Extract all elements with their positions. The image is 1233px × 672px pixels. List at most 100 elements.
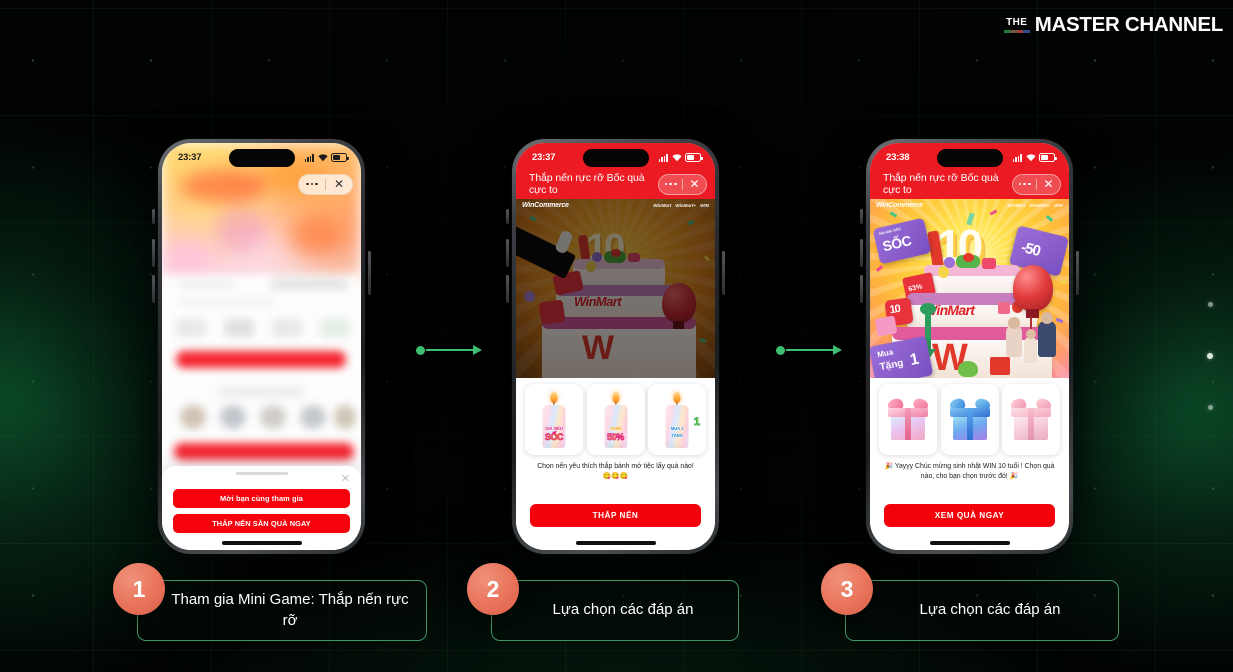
- logo-the-block: THE: [1003, 17, 1030, 33]
- volume-up-button[interactable]: [860, 239, 863, 267]
- home-indicator: [929, 541, 1010, 545]
- close-icon[interactable]: ✕: [1037, 175, 1060, 194]
- connector-line: [426, 349, 473, 351]
- connector-1-to-2: [416, 344, 482, 356]
- hero-dim-overlay: [516, 199, 715, 378]
- home-indicator: [221, 541, 302, 545]
- wifi-icon: [1025, 153, 1036, 162]
- wincommerce-logo-text: WinCommerce: [522, 202, 569, 209]
- gift-card-1[interactable]: [879, 384, 937, 455]
- gift-card-row: [879, 384, 1060, 455]
- signal-icon: [304, 153, 314, 162]
- logo-name-text: MASTER CHANNEL: [1034, 13, 1224, 36]
- phone-3-brand-strip: WinCommerce WinMart WinMart+ WIN: [870, 199, 1069, 212]
- light-candle-button[interactable]: THẮP NẾN: [530, 504, 701, 527]
- volume-up-button[interactable]: [506, 239, 509, 267]
- arrow-head-icon: [833, 345, 842, 355]
- phone-mockup-3: 10 Giá siêu SỐC SỐC -50 63% WinMart 10 W…: [860, 139, 1079, 554]
- volume-down-button[interactable]: [506, 275, 509, 303]
- power-button[interactable]: [722, 251, 725, 295]
- gift-card-2[interactable]: [940, 384, 999, 455]
- close-icon[interactable]: ✕: [683, 175, 706, 194]
- phone-2-brand-strip: WinCommerce WinMart WinMart+ WIN: [516, 199, 715, 212]
- phone-2-caption: Chọn nến yêu thích thắp bánh mở tiệc lấy…: [526, 462, 705, 482]
- app-title: Thắp nến rực rỡ Bốc quà cực to: [529, 172, 645, 196]
- candle-card-gia-sieu-soc[interactable]: GIÁ SIÊU SỐC: [525, 384, 583, 455]
- power-button[interactable]: [1076, 251, 1079, 295]
- candle-icon: MUA 1 TẶNG 1: [657, 391, 700, 448]
- view-gift-now-button[interactable]: XEM QUÀ NGAY: [884, 504, 1055, 527]
- wifi-icon: [671, 153, 682, 162]
- candle-card-row: GIÁ SIÊU SỐC GIẢM 50% MUA 1 TẶNG 1: [525, 384, 706, 455]
- step-1-caption: Tham gia Mini Game: Thắp nến rực rỡ: [137, 580, 427, 641]
- phone-1-screen: 23:37 ✕ ✕ Mời bạn cùng tham gia THẮP NẾN…: [162, 143, 361, 550]
- status-icons: [304, 153, 349, 162]
- candle-label: MUA 1 TẶNG: [670, 425, 684, 438]
- phone-3-app-header: Thắp nến rực rỡ Bốc quà cực to ✕: [870, 169, 1069, 199]
- phone-1-nav-capsule: ✕: [298, 173, 353, 195]
- more-options-icon[interactable]: [659, 175, 682, 194]
- candle-icon: GIẢM 50%: [596, 391, 636, 448]
- mute-switch[interactable]: [152, 209, 155, 224]
- status-time: 23:37: [178, 152, 202, 163]
- phone-3-caption: 🎉 Yayyy Chúc mừng sinh nhật WIN 10 tuổi …: [884, 463, 1055, 480]
- decor-dot-2: [1207, 353, 1213, 359]
- app-title: Thắp nến rực rỡ Bốc quà cực to: [883, 172, 999, 196]
- light-candle-hunt-gift-button[interactable]: THẮP NẾN SĂN QUÀ NGAY: [173, 514, 350, 533]
- step-2-caption: Lựa chọn các đáp án: [491, 580, 739, 641]
- signal-icon: [658, 153, 668, 162]
- caption-emoji: 😋😋😋: [602, 473, 629, 480]
- more-options-icon[interactable]: [1013, 175, 1036, 194]
- signal-icon: [1012, 153, 1022, 162]
- invite-friends-button[interactable]: Mời bạn cùng tham gia: [173, 489, 350, 508]
- logo-color-bar: [1003, 29, 1030, 33]
- decor-dot-1: [1208, 302, 1213, 307]
- power-button[interactable]: [368, 251, 371, 295]
- arrow-head-icon: [473, 345, 482, 355]
- phone-1-app-header: ✕: [162, 169, 361, 199]
- decor-dot-3: [1208, 405, 1213, 410]
- sub-brand-logos: WinMart WinMart+ WIN: [653, 203, 709, 208]
- volume-up-button[interactable]: [152, 239, 155, 267]
- candle-icon: GIÁ SIÊU SỐC: [534, 391, 574, 448]
- connector-dot: [416, 345, 425, 355]
- status-time: 23:37: [532, 152, 556, 163]
- phone-1-bottom-sheet: ✕ Mời bạn cùng tham gia THẮP NẾN SĂN QUÀ…: [162, 466, 361, 550]
- mute-switch[interactable]: [860, 209, 863, 224]
- phone-mockup-2: 10 WinMart W: [506, 139, 725, 554]
- wifi-icon: [317, 153, 328, 162]
- phone-3-nav-capsule: ✕: [1012, 173, 1061, 195]
- status-time: 23:38: [886, 152, 910, 163]
- gift-box-icon: [1009, 396, 1053, 442]
- mute-switch[interactable]: [506, 209, 509, 224]
- phone-2-hero-banner: 10 WinMart W: [516, 199, 715, 378]
- step-2-number-badge: 2: [467, 563, 519, 615]
- candle-card-giam-50[interactable]: GIẢM 50%: [586, 384, 645, 455]
- home-indicator: [575, 541, 656, 545]
- connector-2-to-3: [776, 344, 842, 356]
- battery-icon: [331, 153, 349, 162]
- battery-icon: [685, 153, 703, 162]
- more-options-icon[interactable]: [299, 175, 325, 194]
- volume-down-button[interactable]: [152, 275, 155, 303]
- gift-box-icon: [948, 396, 992, 442]
- caption-text: Chọn nến yêu thích thắp bánh mở tiệc lấy…: [537, 463, 694, 470]
- dynamic-island: [582, 149, 649, 167]
- phone-2-lower-panel: GIÁ SIÊU SỐC GIẢM 50% MUA 1 TẶNG 1 Chọn …: [516, 378, 715, 550]
- sheet-grab-handle[interactable]: [235, 472, 288, 475]
- close-icon[interactable]: ✕: [326, 175, 352, 194]
- phone-3-screen: 10 Giá siêu SỐC SỐC -50 63% WinMart 10 W…: [870, 143, 1069, 550]
- battery-icon: [1039, 153, 1057, 162]
- phone-2-nav-capsule: ✕: [658, 173, 707, 195]
- candle-label: GIẢM 50%: [607, 425, 625, 442]
- gift-box-icon: [886, 396, 930, 442]
- sheet-close-icon[interactable]: ✕: [341, 474, 350, 485]
- phone-mockup-1: 23:37 ✕ ✕ Mời bạn cùng tham gia THẮP NẾN…: [152, 139, 371, 554]
- phone-2-screen: 10 WinMart W: [516, 143, 715, 550]
- phone-3-hero-banner: 10 Giá siêu SỐC SỐC -50 63% WinMart 10 W…: [870, 199, 1069, 378]
- gift-card-3[interactable]: [1002, 384, 1060, 455]
- status-icons: [658, 153, 703, 162]
- volume-down-button[interactable]: [860, 275, 863, 303]
- candle-card-mua-1-tang-1[interactable]: MUA 1 TẶNG 1: [648, 384, 706, 455]
- logo-the-text: THE: [1006, 17, 1028, 28]
